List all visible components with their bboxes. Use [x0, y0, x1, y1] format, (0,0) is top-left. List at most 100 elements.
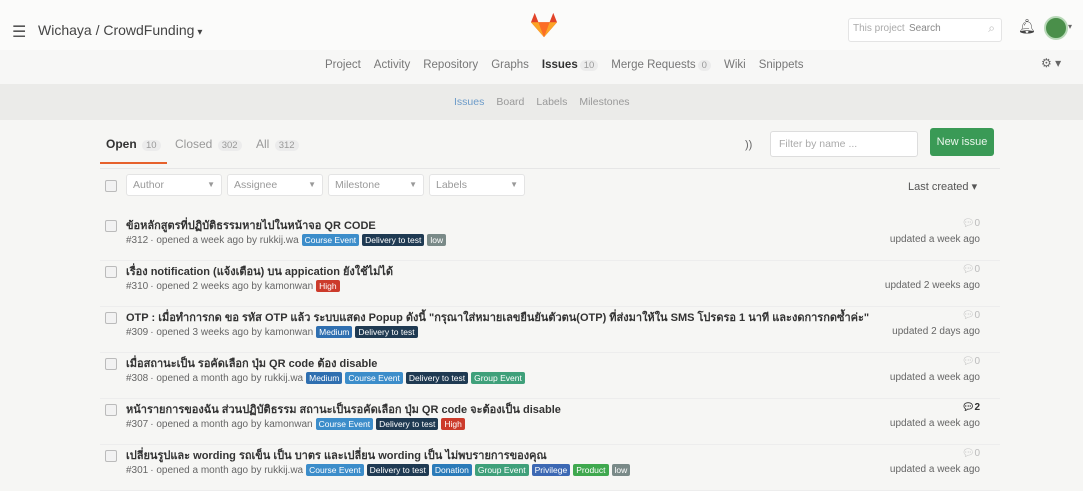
issue-title-link[interactable]: ข้อหลักสูตรที่ปฏิบัติธรรมหายไปในหน้าจอ Q…	[126, 216, 376, 234]
issue-label[interactable]: Course Event	[345, 372, 403, 384]
nav-item-count: 0	[697, 60, 711, 71]
issue-title-link[interactable]: หน้ารายการของฉัน ส่วนปฏิบัติธรรม สถานะเป…	[126, 400, 561, 418]
nav-item-wiki[interactable]: Wiki	[724, 59, 746, 71]
project-nav: Project Activity Repository Graphs Issues 10 M…	[0, 50, 1083, 84]
issue-row: OTP : เมื่อทำการกด ขอ รหัส OTP แล้ว ระบบ…	[100, 306, 1000, 353]
caret-down-icon: ▼	[409, 180, 417, 189]
nav-item-repository[interactable]: Repository	[423, 59, 478, 71]
gear-icon[interactable]: ⚙ ▾	[1041, 56, 1061, 70]
subnav-item-milestones[interactable]: Milestones	[579, 96, 629, 108]
issue-label[interactable]: Group Event	[474, 464, 529, 476]
issue-label[interactable]: Delivery to test	[355, 326, 418, 338]
sort-dropdown[interactable]: Last created ▾	[908, 180, 977, 193]
comment-count[interactable]: 💬︎0	[962, 356, 980, 367]
search-icon: ⌕	[988, 21, 995, 35]
nav-item-count: 10	[579, 60, 599, 71]
issue-label[interactable]: low	[611, 464, 631, 476]
chevron-down-icon[interactable]: ▾	[1068, 22, 1072, 31]
select-all-checkbox[interactable]	[105, 180, 117, 192]
issue-number[interactable]: #309	[126, 327, 148, 338]
milestone-dropdown[interactable]: Milestone ▼	[328, 174, 424, 196]
issue-number[interactable]: #307	[126, 419, 148, 430]
issue-label[interactable]: Course Event	[301, 234, 360, 246]
issue-label[interactable]: Course Event	[315, 418, 374, 430]
filter-by-name-input[interactable]: Filter by name ...	[770, 131, 918, 157]
nav-item-activity[interactable]: Activity	[374, 59, 410, 71]
comment-count-value: 0	[974, 448, 980, 459]
gitlab-logo-icon[interactable]	[528, 12, 560, 38]
issues-subnav: Issues Board Labels Milestones	[0, 84, 1083, 120]
nav-item-label: Project	[325, 59, 361, 71]
issue-label[interactable]: Medium	[306, 372, 343, 384]
tab-open[interactable]: Open 10	[100, 137, 167, 164]
comment-count[interactable]: 💬︎2	[962, 402, 980, 413]
menu-icon[interactable]: ☰	[12, 22, 26, 42]
issue-row: เปลี่ยนรูปและ wording รถเข็น เป็น บาตร แ…	[100, 444, 1000, 491]
search-input[interactable]: This project Search ⌕	[848, 18, 1002, 42]
issue-label[interactable]: Medium	[316, 326, 353, 338]
issue-label[interactable]: Delivery to test	[362, 234, 425, 246]
comment-count[interactable]: 💬︎0	[962, 264, 980, 275]
issue-title-link[interactable]: OTP : เมื่อทำการกด ขอ รหัส OTP แล้ว ระบบ…	[126, 308, 869, 326]
issue-label[interactable]: Product	[573, 464, 609, 476]
issue-checkbox[interactable]	[105, 404, 117, 416]
nav-item-graphs[interactable]: Graphs	[491, 59, 529, 71]
issue-label[interactable]: Course Event	[306, 464, 364, 476]
issue-label[interactable]: Privilege	[531, 464, 571, 476]
issue-label[interactable]: Delivery to test	[405, 372, 469, 384]
issue-number[interactable]: #312	[126, 235, 148, 246]
comment-icon: 💬︎	[961, 218, 975, 229]
search-scope: This project	[853, 23, 905, 34]
subnav-item-board[interactable]: Board	[496, 96, 524, 108]
comment-count[interactable]: 💬︎0	[962, 448, 980, 459]
issue-checkbox[interactable]	[105, 220, 117, 232]
tab-all[interactable]: All 312	[256, 137, 299, 151]
labels-dropdown[interactable]: Labels ▼	[429, 174, 525, 196]
nav-item-label: Merge Requests	[611, 59, 696, 71]
issue-label[interactable]: Delivery to test	[376, 418, 439, 430]
issue-label[interactable]: Group Event	[471, 372, 525, 384]
issue-label[interactable]: High	[441, 418, 465, 430]
tab-closed[interactable]: Closed 302	[175, 137, 242, 151]
assignee-dropdown[interactable]: Assignee ▼	[227, 174, 323, 196]
issue-title-link[interactable]: เมื่อสถานะเป็น รอคัดเลือก ปุ่ม QR code ต…	[126, 354, 377, 372]
nav-item-project[interactable]: Project	[325, 59, 361, 71]
issue-title-link[interactable]: เปลี่ยนรูปและ wording รถเข็น เป็น บาตร แ…	[126, 446, 547, 464]
tab-label: All	[256, 137, 270, 151]
nav-item-snippets[interactable]: Snippets	[759, 59, 804, 71]
rss-icon[interactable]: ))	[745, 139, 752, 151]
nav-item-label: Snippets	[758, 59, 804, 71]
issue-number[interactable]: #310	[126, 281, 148, 292]
avatar[interactable]	[1044, 16, 1068, 40]
issue-number[interactable]: #301	[126, 465, 148, 476]
comment-count-value: 2	[974, 402, 980, 413]
nav-item-issues[interactable]: Issues 10	[542, 59, 599, 71]
issue-checkbox[interactable]	[105, 312, 117, 324]
nav-item-label: Graphs	[491, 59, 529, 71]
comment-count[interactable]: 💬︎0	[962, 310, 980, 321]
tab-label: Open	[106, 137, 137, 151]
issue-checkbox[interactable]	[105, 450, 117, 462]
notification-bell-icon[interactable]: 🔔︎	[1018, 18, 1036, 35]
subnav-item-labels[interactable]: Labels	[536, 96, 567, 108]
nav-item-merge-requests[interactable]: Merge Requests 0	[611, 59, 711, 71]
issue-label[interactable]: Delivery to test	[366, 464, 429, 476]
issue-checkbox[interactable]	[105, 358, 117, 370]
issue-label[interactable]: low	[427, 234, 447, 246]
issue-opened-by: · opened 2 weeks ago by kamonwan	[150, 280, 314, 292]
issue-number[interactable]: #308	[126, 373, 148, 384]
issue-checkbox[interactable]	[105, 266, 117, 278]
comment-count[interactable]: 💬︎0	[962, 218, 980, 229]
comment-icon: 💬︎	[961, 264, 975, 275]
subnav-item-issues[interactable]: Issues	[454, 96, 484, 108]
issue-title-link[interactable]: เรื่อง notification (แจ้งเตือน) บน appic…	[126, 262, 393, 280]
project-breadcrumb[interactable]: Wichaya / CrowdFunding ▾	[38, 22, 202, 38]
author-dropdown[interactable]: Author ▼	[126, 174, 222, 196]
nav-item-label: Activity	[373, 59, 411, 71]
issue-label[interactable]: High	[316, 280, 340, 292]
comment-count-value: 0	[974, 264, 980, 275]
issue-updated: updated a week ago	[889, 418, 980, 429]
new-issue-button[interactable]: New issue	[930, 128, 994, 156]
issue-label[interactable]: Donation	[431, 464, 472, 476]
tab-count: 302	[217, 140, 242, 151]
